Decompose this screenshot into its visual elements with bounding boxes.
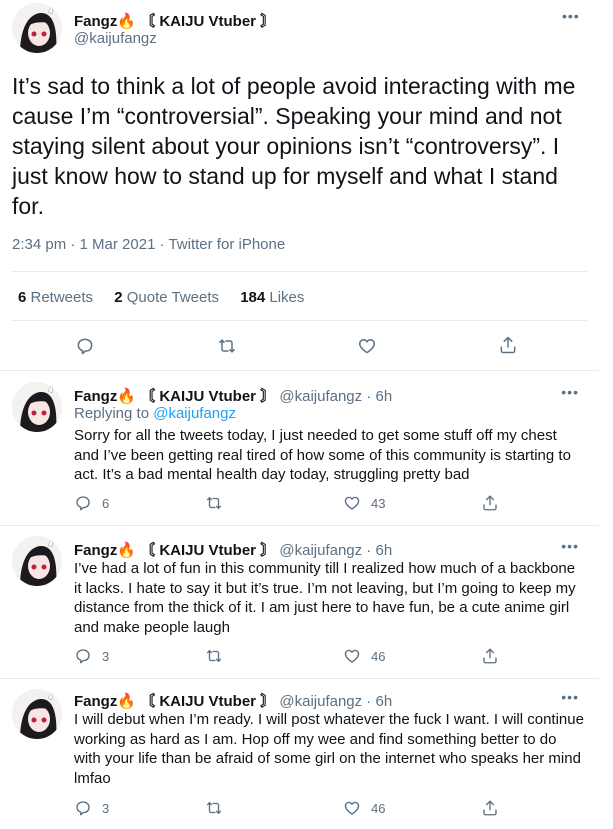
tweet-source[interactable]: Twitter for iPhone	[168, 236, 285, 253]
more-icon[interactable]: •••	[561, 689, 579, 705]
reply-count: 3	[102, 800, 110, 816]
like-button[interactable]: 46	[343, 799, 385, 817]
retweets-label: Retweets	[26, 289, 94, 306]
author-handle[interactable]: @kaijufangz · 6h	[275, 388, 392, 405]
reply-tweet[interactable]: Fangz🔥 〘 KAIJU Vtuber 〙 @kaijufangz · 6h…	[0, 371, 599, 525]
reply-count: 3	[102, 648, 110, 664]
share-icon	[483, 800, 497, 816]
heart-icon[interactable]	[357, 336, 377, 356]
like-button[interactable]: 46	[343, 647, 385, 665]
reply-icon	[76, 649, 90, 664]
reply-button[interactable]: 6	[74, 494, 109, 512]
reply-actions: 3 46	[74, 799, 514, 819]
likes-stat[interactable]: 184 Likes	[240, 289, 304, 306]
reply-tweet[interactable]: Fangz🔥 〘 KAIJU Vtuber 〙 @kaijufangz · 6h…	[0, 526, 599, 678]
more-icon[interactable]: •••	[562, 8, 580, 24]
reply-actions: 3 46	[74, 647, 514, 667]
avatar[interactable]	[12, 536, 62, 586]
divider	[12, 320, 587, 321]
retweet-button[interactable]	[205, 647, 223, 665]
reply-header: Fangz🔥 〘 KAIJU Vtuber 〙 @kaijufangz · 6h	[74, 385, 392, 406]
quotes-label: Quote Tweets	[122, 289, 220, 306]
author-name[interactable]: Fangz🔥 〘 KAIJU Vtuber 〙	[74, 388, 275, 405]
likes-label: Likes	[265, 289, 305, 306]
author-name[interactable]: Fangz🔥 〘 KAIJU Vtuber 〙	[74, 542, 275, 559]
like-button[interactable]: 43	[343, 494, 385, 512]
more-icon[interactable]: •••	[561, 538, 579, 554]
divider	[12, 271, 587, 272]
author-name[interactable]: Fangz🔥 〘 KAIJU Vtuber 〙	[74, 10, 275, 31]
reply-icon[interactable]	[75, 336, 95, 356]
more-icon[interactable]: •••	[561, 384, 579, 400]
author-handle[interactable]: @kaijufangz · 6h	[275, 693, 392, 710]
replying-to: Replying to @kaijufangz	[74, 405, 236, 422]
avatar[interactable]	[12, 3, 62, 53]
retweet-icon	[206, 649, 222, 663]
reply-icon	[76, 801, 90, 816]
reply-text: I will debut when I’m ready. I will post…	[74, 711, 584, 787]
heart-icon	[344, 801, 360, 815]
share-icon	[483, 648, 497, 664]
reply-button[interactable]: 3	[74, 647, 109, 665]
share-button[interactable]	[481, 494, 499, 512]
like-count: 43	[371, 495, 386, 511]
retweets-stat[interactable]: 6 Retweets	[18, 289, 93, 306]
avatar[interactable]	[12, 689, 62, 739]
retweet-button[interactable]	[205, 799, 223, 817]
like-count: 46	[371, 648, 386, 664]
share-button[interactable]	[481, 799, 499, 817]
quotes-count: 2	[114, 289, 123, 306]
main-tweet: Fangz🔥 〘 KAIJU Vtuber 〙 @kaijufangz ••• …	[0, 0, 599, 370]
avatar[interactable]	[12, 382, 62, 432]
share-icon	[483, 495, 497, 511]
retweet-icon[interactable]	[217, 336, 237, 356]
share-button[interactable]	[481, 647, 499, 665]
share-icon[interactable]	[498, 335, 518, 355]
reply-tweet[interactable]: Fangz🔥 〘 KAIJU Vtuber 〙 @kaijufangz · 6h…	[0, 679, 599, 829]
reply-header: Fangz🔥 〘 KAIJU Vtuber 〙 @kaijufangz · 6h	[74, 539, 392, 560]
reply-header: Fangz🔥 〘 KAIJU Vtuber 〙 @kaijufangz · 6h	[74, 690, 392, 711]
heart-icon	[344, 496, 360, 510]
author-name[interactable]: Fangz🔥 〘 KAIJU Vtuber 〙	[74, 693, 275, 710]
retweet-button[interactable]	[205, 494, 223, 512]
tweet-stats: 6 Retweets 2 Quote Tweets 184 Likes	[18, 289, 321, 306]
retweet-icon	[206, 496, 222, 510]
likes-count: 184	[240, 289, 266, 306]
replying-label: Replying to	[74, 405, 154, 422]
like-count: 46	[371, 800, 386, 816]
reply-button[interactable]: 3	[74, 799, 109, 817]
quotes-stat[interactable]: 2 Quote Tweets	[114, 289, 219, 306]
tweet-text: It’s sad to think a lot of people avoid …	[12, 73, 576, 219]
tweet-meta: 2:34 pm · 1 Mar 2021 · Twitter for iPhon…	[12, 236, 285, 253]
reply-icon	[76, 496, 90, 511]
reply-actions: 6 43	[74, 494, 514, 514]
heart-icon	[344, 649, 360, 663]
author-handle[interactable]: @kaijufangz	[74, 30, 157, 47]
reply-text: I’ve had a lot of fun in this community …	[74, 560, 576, 636]
replying-to-link[interactable]: @kaijufangz	[153, 405, 236, 422]
retweet-icon	[206, 801, 222, 815]
tweet-timestamp[interactable]: 2:34 pm · 1 Mar 2021 ·	[12, 236, 168, 253]
reply-text: Sorry for all the tweets today, I just n…	[74, 427, 571, 483]
author-handle[interactable]: @kaijufangz · 6h	[275, 542, 392, 559]
reply-count: 6	[102, 495, 110, 511]
